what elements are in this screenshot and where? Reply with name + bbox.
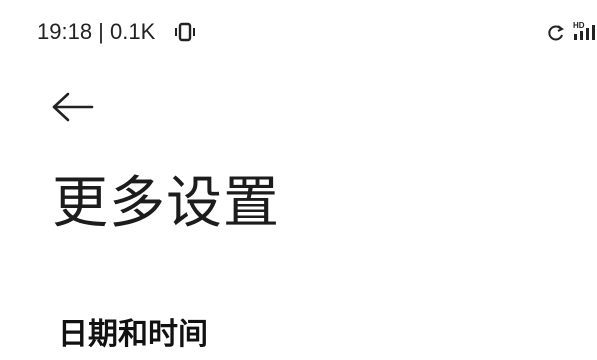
signal-hd-badge: HD: [573, 21, 585, 30]
hd-signal-icon: HD: [572, 20, 597, 42]
back-button[interactable]: [48, 88, 100, 126]
arrow-left-icon: [48, 92, 100, 130]
vibrate-icon: [174, 22, 196, 42]
page-title: 更多设置: [52, 171, 280, 236]
list-item-date-time[interactable]: 日期和时间: [58, 314, 208, 356]
status-time-speed: 19:18 | 0.1K: [37, 19, 156, 44]
status-bar: 19:18 | 0.1K HD: [0, 0, 597, 66]
sync-icon: [547, 24, 565, 42]
